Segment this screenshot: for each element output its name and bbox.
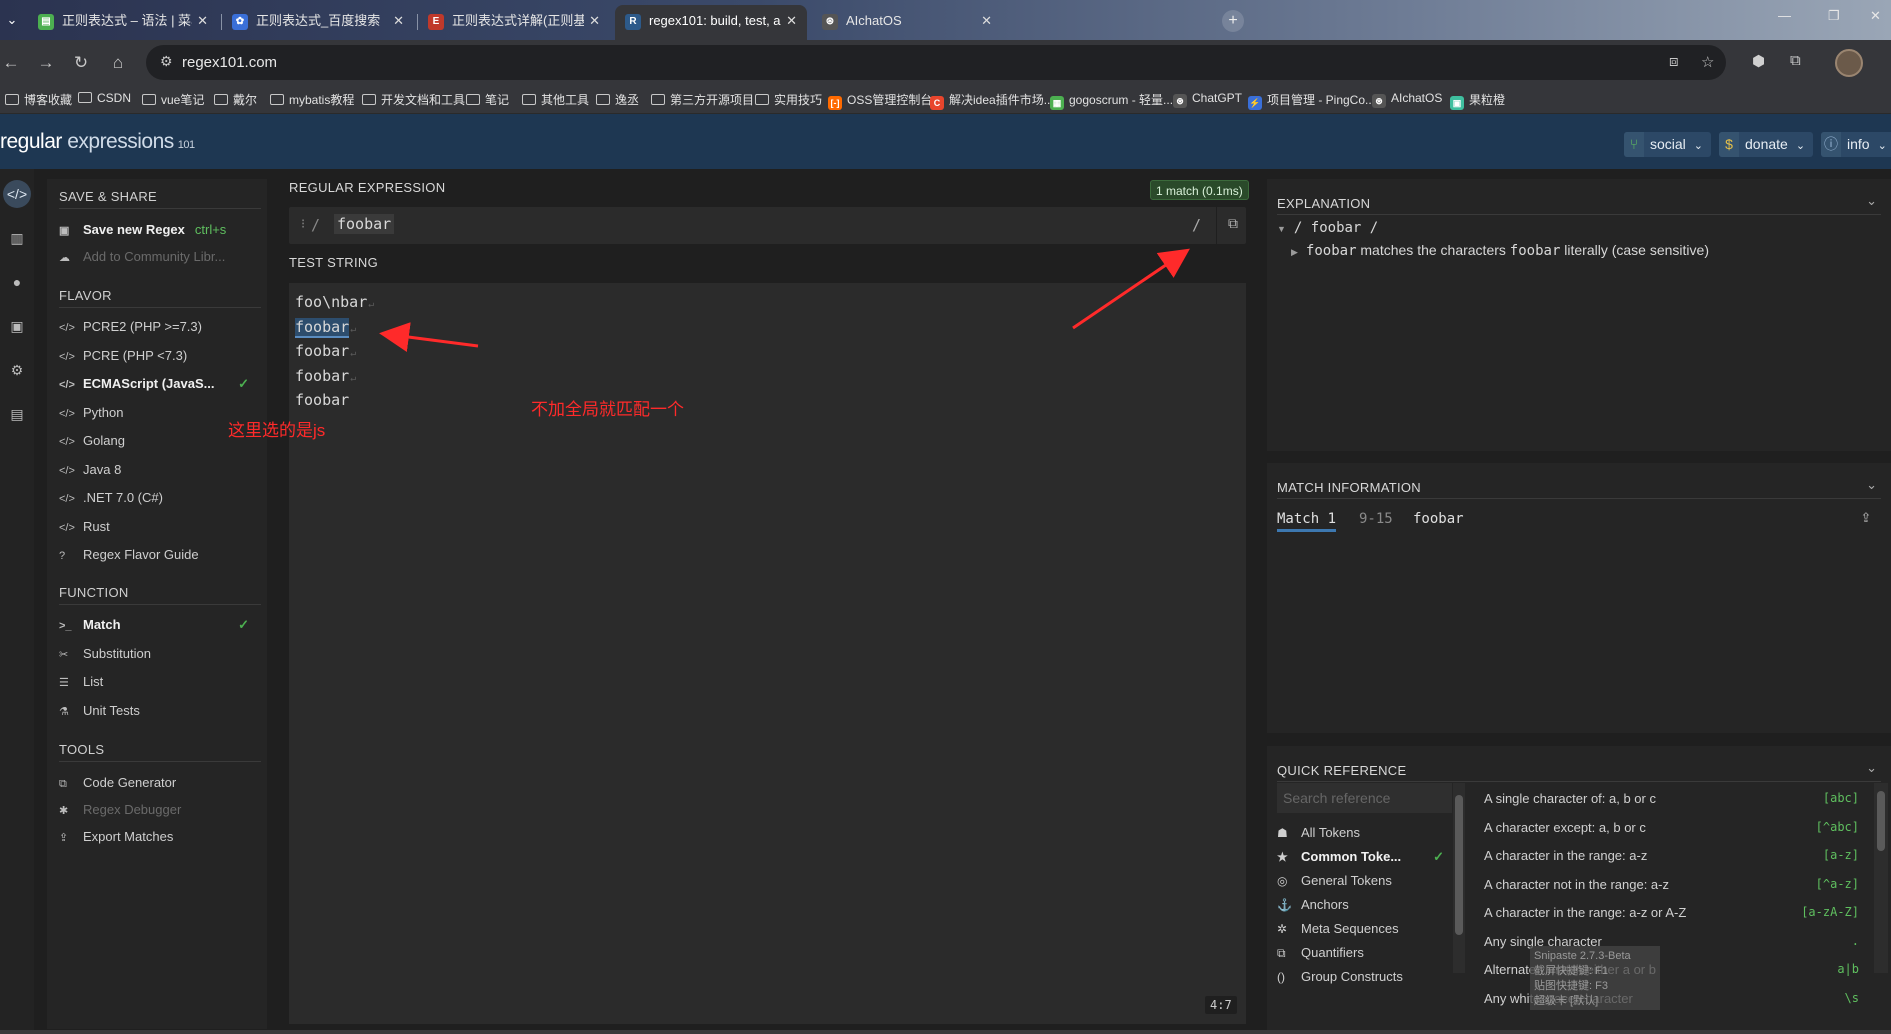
category-label: Common Toke... xyxy=(1301,849,1402,864)
reference-token: [^abc] xyxy=(1815,819,1859,834)
category-label: Anchors xyxy=(1301,897,1349,912)
reference-description: A character not in the range: a-z xyxy=(1484,876,1669,892)
reference-token: [abc] xyxy=(1822,791,1859,805)
search-reference-input[interactable]: Search reference xyxy=(1277,783,1452,813)
explanation-heading: EXPLANATION xyxy=(1277,196,1371,211)
reference-category[interactable]: ⚓ Anchors xyxy=(1277,897,1452,912)
reference-token: \s xyxy=(1844,990,1859,1005)
category-icon: ◎ xyxy=(1277,874,1288,888)
reference-row[interactable]: A character in the range: a-z or A-Z [a-z… xyxy=(1484,905,1859,920)
reference-row[interactable]: A single character of: a, b or c [abc] xyxy=(1484,791,1859,806)
explanation-detail[interactable]: ▶ foobar matches the characters foobar li… xyxy=(1291,242,1709,259)
reference-category[interactable]: ⧉ Quantifiers xyxy=(1277,945,1452,961)
expand-triangle-icon[interactable]: ▶ xyxy=(1291,247,1298,257)
snipaste-line: Snipaste 2.7.3-Beta xyxy=(1534,950,1631,962)
reference-description: A character in the range: a-z or A-Z xyxy=(1484,905,1687,920)
reference-token: [a-z] xyxy=(1822,848,1859,862)
collapse-chevron-icon[interactable]: ⌄ xyxy=(1866,760,1877,776)
category-label: Quantifiers xyxy=(1301,945,1364,960)
arrow-to-flags xyxy=(1072,248,1190,330)
reference-description: A character in the range: a-z xyxy=(1484,848,1648,863)
category-icon: ✲ xyxy=(1277,922,1288,936)
divider xyxy=(1277,498,1881,499)
match-info-heading: MATCH INFORMATION xyxy=(1277,480,1421,495)
category-icon: () xyxy=(1277,970,1285,984)
reference-category[interactable]: ☗ All Tokens xyxy=(1277,825,1452,840)
check-icon: ✓ xyxy=(1433,849,1444,864)
reference-scrollbar[interactable] xyxy=(1874,783,1888,973)
category-icon: ☗ xyxy=(1277,826,1288,840)
reference-row[interactable]: A character in the range: a-z [a-z] xyxy=(1484,848,1859,863)
collapse-chevron-icon[interactable]: ⌄ xyxy=(1866,477,1877,493)
category-label: All Tokens xyxy=(1301,825,1361,840)
category-label: Meta Sequences xyxy=(1301,921,1399,936)
bottom-edge xyxy=(0,1030,1891,1034)
reference-token: [^a-z] xyxy=(1815,876,1859,891)
divider xyxy=(1277,781,1881,782)
match-1-tab[interactable]: Match 1 xyxy=(1277,511,1337,532)
reference-category[interactable]: () Group Constructs xyxy=(1277,969,1452,984)
reference-description: A single character of: a, b or c xyxy=(1484,791,1656,806)
category-icon: ⚓ xyxy=(1277,898,1292,912)
reference-token: [a-zA-Z] xyxy=(1801,905,1859,919)
reference-token: . xyxy=(1851,933,1859,948)
category-label: General Tokens xyxy=(1301,873,1392,888)
explanation-token: foobar xyxy=(1305,243,1357,259)
quick-reference-heading: QUICK REFERENCE xyxy=(1277,763,1407,778)
match-information-panel: MATCH INFORMATION ⌄ Match 1 9-15 foobar … xyxy=(1267,463,1891,733)
explanation-end: literally (case sensitive) xyxy=(1560,242,1709,258)
explanation-root[interactable]: ▼ / foobar / xyxy=(1277,219,1378,236)
reference-token: a|b xyxy=(1837,962,1859,976)
scrollbar-thumb[interactable] xyxy=(1877,791,1885,851)
explanation-panel: EXPLANATION ⌄ ▼ / foobar / ▶ foobar matche… xyxy=(1267,179,1891,451)
category-scrollbar[interactable] xyxy=(1453,783,1465,973)
collapse-chevron-icon[interactable]: ⌄ xyxy=(1866,193,1877,209)
reference-category[interactable]: ★ Common Toke... ✓ xyxy=(1277,849,1452,864)
explanation-mid: matches the characters xyxy=(1356,242,1510,258)
reference-description: A character except: a, b or c xyxy=(1484,819,1646,835)
scrollbar-thumb[interactable] xyxy=(1455,795,1463,935)
match-value: foobar xyxy=(1413,511,1464,527)
annotation-global-note: 不加全局就匹配一个 xyxy=(531,400,684,419)
category-icon: ⧉ xyxy=(1277,946,1286,960)
snipaste-line: 贴图快捷键: F3 xyxy=(1534,980,1608,992)
divider xyxy=(1277,214,1881,215)
explanation-root-text: / foobar / xyxy=(1293,220,1379,236)
snipaste-line: 截屏快捷键: F1 xyxy=(1534,965,1608,977)
arrow-to-match xyxy=(379,322,479,352)
reference-category[interactable]: ✲ Meta Sequences xyxy=(1277,921,1452,936)
category-icon: ★ xyxy=(1277,850,1288,864)
reference-row[interactable]: A character not in the range: a-z [^a-z] xyxy=(1484,877,1859,892)
category-label: Group Constructs xyxy=(1301,969,1403,984)
explanation-literal: foobar xyxy=(1509,243,1561,259)
snipaste-tooltip: Snipaste 2.7.3-Beta 截屏快捷键: F1 贴图快捷键: F3 超级卡… xyxy=(1530,946,1660,1010)
export-icon[interactable]: ⇪ xyxy=(1855,507,1877,529)
match-range: 9-15 xyxy=(1359,511,1393,527)
reference-category[interactable]: ◎ General Tokens xyxy=(1277,873,1452,888)
expand-triangle-icon[interactable]: ▼ xyxy=(1277,224,1286,234)
reference-row[interactable]: A character except: a, b or c [^abc] xyxy=(1484,820,1859,835)
snipaste-line: 超级卡 [默认] xyxy=(1534,995,1599,1007)
annotation-flavor-note: 这里选的是js xyxy=(228,421,326,440)
